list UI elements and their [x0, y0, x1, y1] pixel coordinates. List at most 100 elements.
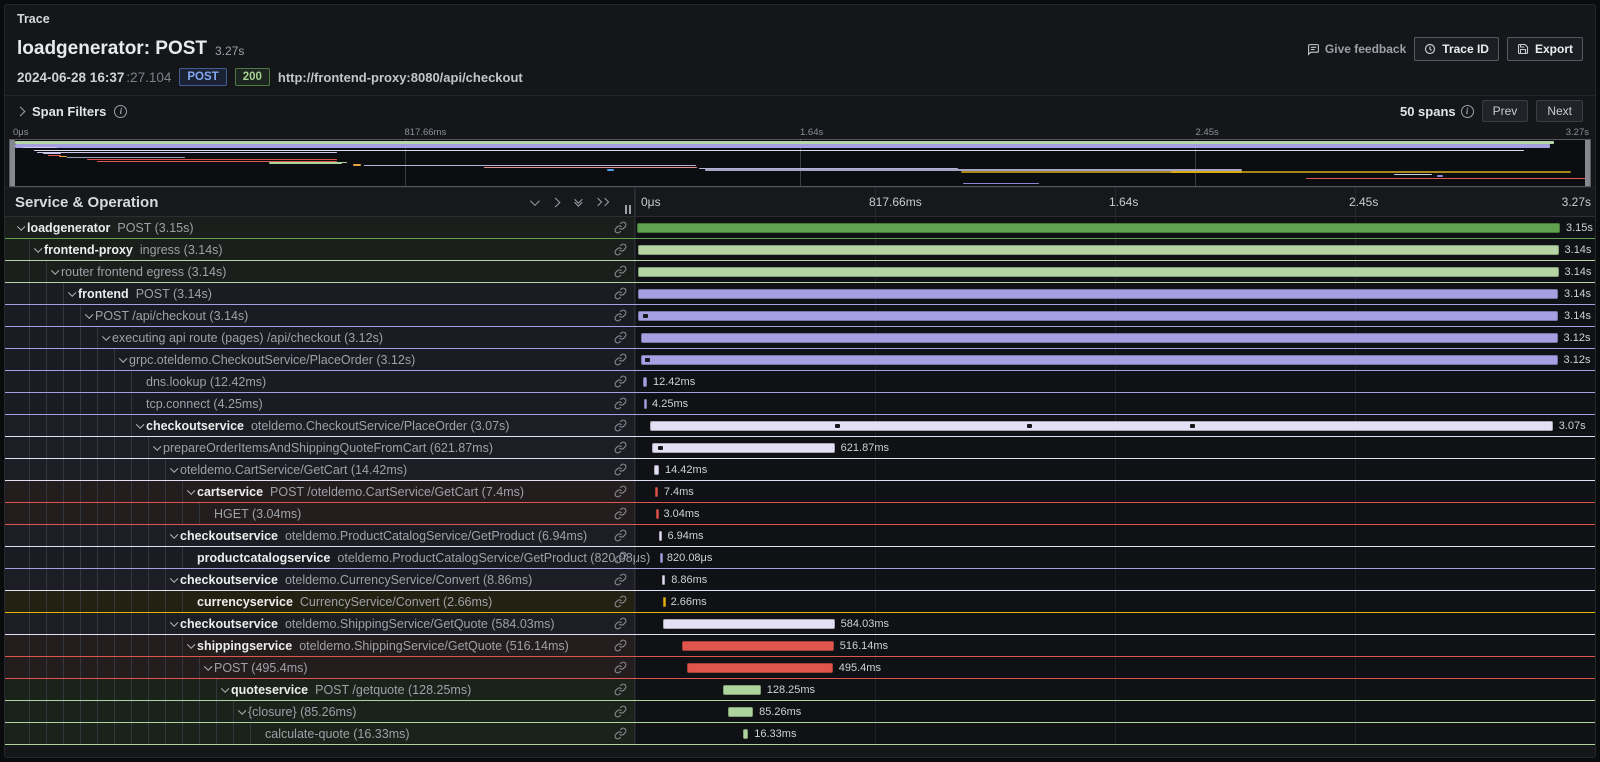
span-bar[interactable] — [663, 597, 666, 607]
span-timeline-cell[interactable]: 3.04ms — [635, 503, 1595, 524]
span-timeline-cell[interactable]: 12.42ms — [635, 371, 1595, 392]
link-icon[interactable] — [614, 309, 627, 327]
chevron-down-icon[interactable] — [183, 489, 197, 495]
span-name-cell[interactable]: dns.lookup (12.42ms) — [5, 371, 635, 392]
chevron-down-icon[interactable] — [13, 225, 27, 231]
span-name-cell[interactable]: frontend-proxy ingress (3.14s) — [5, 239, 635, 260]
span-name-cell[interactable]: grpc.oteldemo.CheckoutService/PlaceOrder… — [5, 349, 635, 370]
span-row[interactable]: POST (495.4ms) 495.4ms — [5, 657, 1595, 679]
span-row[interactable]: checkoutservice oteldemo.ShippingService… — [5, 613, 1595, 635]
span-timeline-cell[interactable]: 2.66ms — [635, 591, 1595, 612]
span-bar[interactable] — [655, 487, 658, 497]
span-timeline-cell[interactable]: 7.4ms — [635, 481, 1595, 502]
link-icon[interactable] — [614, 463, 627, 481]
minimap-viewport[interactable] — [9, 139, 1591, 187]
span-row[interactable]: calculate-quote (16.33ms) 16.33ms — [5, 723, 1595, 745]
link-icon[interactable] — [614, 595, 627, 613]
link-icon[interactable] — [614, 617, 627, 635]
span-timeline-cell[interactable]: 3.07s — [635, 415, 1595, 436]
link-icon[interactable] — [614, 727, 627, 745]
span-row[interactable]: loadgenerator POST (3.15s) 3.15s — [5, 217, 1595, 239]
span-bar[interactable] — [728, 707, 753, 717]
span-bar[interactable] — [687, 663, 833, 673]
span-name-cell[interactable]: checkoutservice oteldemo.ProductCatalogS… — [5, 525, 635, 546]
span-row[interactable]: frontend-proxy ingress (3.14s) 3.14s — [5, 239, 1595, 261]
span-row[interactable]: grpc.oteldemo.CheckoutService/PlaceOrder… — [5, 349, 1595, 371]
span-name-cell[interactable]: loadgenerator POST (3.15s) — [5, 217, 635, 238]
span-name-cell[interactable]: tcp.connect (4.25ms) — [5, 393, 635, 414]
span-name-cell[interactable]: router frontend egress (3.14s) — [5, 261, 635, 282]
chevron-down-icon[interactable] — [166, 621, 180, 627]
chevrons-right-icon[interactable] — [595, 199, 608, 205]
span-row[interactable]: cartservice POST /oteldemo.CartService/G… — [5, 481, 1595, 503]
link-icon[interactable] — [614, 661, 627, 679]
span-bar[interactable] — [659, 531, 662, 541]
link-icon[interactable] — [614, 331, 627, 349]
span-row[interactable]: {closure} (85.26ms) 85.26ms — [5, 701, 1595, 723]
span-bar[interactable] — [663, 619, 835, 629]
link-icon[interactable] — [614, 375, 627, 393]
span-bar[interactable] — [652, 443, 834, 453]
link-icon[interactable] — [614, 485, 627, 503]
span-bar[interactable] — [643, 377, 647, 387]
span-bar[interactable] — [662, 575, 665, 585]
span-bar[interactable] — [682, 641, 834, 651]
column-resize-handle[interactable] — [625, 205, 631, 214]
span-name-cell[interactable]: prepareOrderItemsAndShippingQuoteFromCar… — [5, 437, 635, 458]
span-bar[interactable] — [641, 355, 1558, 365]
chevron-down-icon[interactable] — [530, 199, 537, 206]
chevron-down-icon[interactable] — [234, 709, 248, 715]
span-name-cell[interactable]: {closure} (85.26ms) — [5, 701, 635, 722]
link-icon[interactable] — [614, 265, 627, 283]
span-row[interactable]: checkoutservice oteldemo.CheckoutService… — [5, 415, 1595, 437]
link-icon[interactable] — [614, 243, 627, 261]
span-row[interactable]: productcatalogservice oteldemo.ProductCa… — [5, 547, 1595, 569]
link-icon[interactable] — [614, 573, 627, 591]
link-icon[interactable] — [614, 287, 627, 305]
span-name-cell[interactable]: executing api route (pages) /api/checkou… — [5, 327, 635, 348]
span-bar[interactable] — [654, 465, 659, 475]
chevron-down-icon[interactable] — [166, 533, 180, 539]
span-timeline-cell[interactable]: 3.14s — [635, 283, 1595, 304]
span-bar[interactable] — [638, 267, 1559, 277]
chevron-down-icon[interactable] — [64, 291, 78, 297]
span-name-cell[interactable]: cartservice POST /oteldemo.CartService/G… — [5, 481, 635, 502]
span-bar[interactable] — [637, 223, 1560, 233]
span-timeline-cell[interactable]: 3.12s — [635, 349, 1595, 370]
span-timeline-cell[interactable]: 8.86ms — [635, 569, 1595, 590]
link-icon[interactable] — [614, 353, 627, 371]
link-icon[interactable] — [614, 529, 627, 547]
span-timeline-cell[interactable]: 16.33ms — [635, 723, 1595, 744]
span-row[interactable]: POST /api/checkout (3.14s) 3.14s — [5, 305, 1595, 327]
chevron-down-icon[interactable] — [166, 577, 180, 583]
span-bar[interactable] — [644, 399, 647, 409]
span-name-cell[interactable]: productcatalogservice oteldemo.ProductCa… — [5, 547, 635, 568]
span-row[interactable]: HGET (3.04ms) 3.04ms — [5, 503, 1595, 525]
chevrons-down-icon[interactable] — [574, 198, 580, 207]
chevron-down-icon[interactable] — [183, 643, 197, 649]
chevron-down-icon[interactable] — [166, 467, 180, 473]
chevron-down-icon[interactable] — [98, 335, 112, 341]
viewport-right-handle[interactable] — [1585, 140, 1590, 186]
span-timeline-cell[interactable]: 128.25ms — [635, 679, 1595, 700]
span-timeline-cell[interactable]: 584.03ms — [635, 613, 1595, 634]
span-timeline-cell[interactable]: 516.14ms — [635, 635, 1595, 656]
next-button[interactable]: Next — [1536, 100, 1583, 122]
span-bar[interactable] — [743, 729, 748, 739]
chevron-right-icon[interactable] — [552, 199, 559, 206]
chevron-down-icon[interactable] — [217, 687, 231, 693]
chevron-down-icon[interactable] — [47, 269, 61, 275]
trace-id-button[interactable]: Trace ID — [1414, 37, 1499, 61]
span-row[interactable]: currencyservice CurrencyService/Convert … — [5, 591, 1595, 613]
span-bar[interactable] — [638, 245, 1559, 255]
span-timeline-cell[interactable]: 3.14s — [635, 261, 1595, 282]
span-timeline-cell[interactable]: 820.08μs — [635, 547, 1595, 568]
export-button[interactable]: Export — [1507, 37, 1583, 61]
span-row[interactable]: executing api route (pages) /api/checkou… — [5, 327, 1595, 349]
chevron-down-icon[interactable] — [132, 423, 146, 429]
prev-button[interactable]: Prev — [1482, 100, 1529, 122]
span-bar[interactable] — [638, 311, 1558, 321]
link-icon[interactable] — [614, 419, 627, 437]
link-icon[interactable] — [614, 441, 627, 459]
span-bar[interactable] — [650, 421, 1552, 431]
